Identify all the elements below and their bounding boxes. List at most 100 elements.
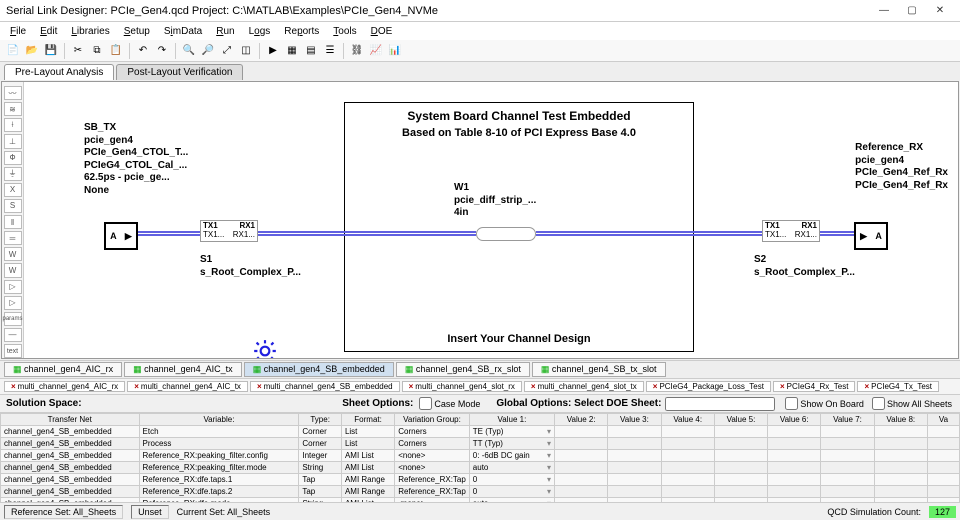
sheet-tab[interactable]: ▦ channel_gen4_AIC_rx <box>4 362 122 377</box>
tool-copy-icon[interactable]: ⧉ <box>88 42 106 60</box>
inner-tab[interactable]: ×PCIeG4_Package_Loss_Test <box>646 381 771 392</box>
sheet-tab[interactable]: ▦ channel_gen4_SB_embedded <box>244 362 394 377</box>
grid-header[interactable]: Value 6: <box>768 414 821 426</box>
palette-x-icon[interactable]: X <box>4 183 22 197</box>
tool-props-icon[interactable]: ☰ <box>321 42 339 60</box>
close-icon[interactable]: × <box>780 382 785 391</box>
close-icon[interactable]: × <box>531 382 536 391</box>
menu-libraries[interactable]: Libraries <box>65 25 115 38</box>
grid-header[interactable]: Type: <box>299 414 342 426</box>
table-row[interactable]: channel_gen4_SB_embeddedReference_RX:pea… <box>1 462 960 474</box>
show-all-sheets-checkbox[interactable] <box>872 397 885 410</box>
sheet-tab[interactable]: ▦ channel_gen4_AIC_tx <box>124 362 242 377</box>
table-row[interactable]: channel_gen4_SB_embeddedEtchCornerListCo… <box>1 426 960 438</box>
grid-header[interactable]: Format: <box>341 414 394 426</box>
close-icon[interactable]: × <box>409 382 414 391</box>
table-row[interactable]: channel_gen4_SB_embeddedReference_RX:pea… <box>1 450 960 462</box>
palette-cap-icon[interactable]: ⊥ <box>4 134 22 148</box>
tab-post-layout[interactable]: Post-Layout Verification <box>116 64 243 80</box>
menu-logs[interactable]: Logs <box>243 25 277 38</box>
close-icon[interactable]: × <box>653 382 658 391</box>
palette-ind-icon[interactable]: Ф <box>4 151 22 165</box>
close-icon[interactable]: × <box>134 382 139 391</box>
tool-run-icon[interactable]: ▶ <box>264 42 282 60</box>
solution-grid[interactable]: Transfer NetVariable:Type:Format:Variati… <box>0 412 960 502</box>
grid-header[interactable]: Value 5: <box>714 414 767 426</box>
close-icon[interactable]: × <box>257 382 262 391</box>
schematic-canvas[interactable]: SB_TX pcie_gen4 PCIe_Gen4_CTOL_T... PCIe… <box>24 82 958 358</box>
show-on-board-checkbox[interactable] <box>785 397 798 410</box>
palette-w2-icon[interactable]: W <box>4 263 22 277</box>
table-row[interactable]: channel_gen4_SB_embeddedProcessCornerLis… <box>1 438 960 450</box>
tx-ports-block[interactable]: TX1RX1 TX1...RX1... <box>200 220 258 242</box>
palette-tline-icon[interactable]: ═ <box>4 231 22 245</box>
close-icon[interactable]: × <box>864 382 869 391</box>
tool-zoom-box-icon[interactable]: ◫ <box>237 42 255 60</box>
tool-zoom-fit-icon[interactable]: ⤢ <box>218 42 236 60</box>
tool-report-icon[interactable]: 📊 <box>386 42 404 60</box>
tx-buffer-box[interactable]: A▶ <box>104 222 138 250</box>
tool-scope-icon[interactable]: 📈 <box>367 42 385 60</box>
tool-zoom-in-icon[interactable]: 🔍 <box>180 42 198 60</box>
w1-tline-symbol[interactable] <box>476 227 536 241</box>
palette-buf-icon[interactable]: ▷ <box>4 296 22 310</box>
tool-zoom-out-icon[interactable]: 🔎 <box>199 42 217 60</box>
menu-tools[interactable]: Tools <box>327 25 362 38</box>
palette-text-icon[interactable]: text <box>4 344 22 358</box>
inner-tab[interactable]: ×multi_channel_gen4_SB_embedded <box>250 381 400 392</box>
close-icon[interactable]: × <box>11 382 16 391</box>
menu-edit[interactable]: Edit <box>34 25 63 38</box>
tool-cut-icon[interactable]: ✂ <box>69 42 87 60</box>
menu-simdata[interactable]: SimData <box>158 25 208 38</box>
tool-save-icon[interactable]: 💾 <box>42 42 60 60</box>
palette-diffwire-icon[interactable]: ≋ <box>4 102 22 116</box>
grid-header[interactable]: Variable: <box>139 414 299 426</box>
tool-paste-icon[interactable]: 📋 <box>107 42 125 60</box>
grid-header[interactable]: Va <box>927 414 959 426</box>
rx-buffer-box[interactable]: ▶A <box>854 222 888 250</box>
tool-new-icon[interactable]: 📄 <box>4 42 22 60</box>
table-row[interactable]: channel_gen4_SB_embeddedReference_RX:dfe… <box>1 474 960 486</box>
minimize-button[interactable]: — <box>870 2 898 20</box>
sheet-tab[interactable]: ▦ channel_gen4_SB_rx_slot <box>396 362 530 377</box>
inner-tab[interactable]: ×multi_channel_gen4_AIC_tx <box>127 381 248 392</box>
grid-header[interactable]: Value 2: <box>555 414 608 426</box>
inner-tab[interactable]: ×multi_channel_gen4_slot_rx <box>402 381 522 392</box>
grid-header[interactable]: Value 1: <box>469 414 554 426</box>
palette-res-icon[interactable]: ⟊ <box>4 118 22 132</box>
unset-button[interactable]: Unset <box>131 505 169 519</box>
grid-header[interactable]: Value 8: <box>874 414 927 426</box>
palette-coupled-icon[interactable]: ‖ <box>4 215 22 229</box>
palette-s-icon[interactable]: S <box>4 199 22 213</box>
tool-link-icon[interactable]: ⛓ <box>348 42 366 60</box>
menu-file[interactable]: File <box>4 25 32 38</box>
palette-amp-icon[interactable]: ▷ <box>4 280 22 294</box>
rx-ports-block[interactable]: TX1RX1 TX1...RX1... <box>762 220 820 242</box>
palette-params-icon[interactable]: params <box>4 312 22 326</box>
grid-header[interactable]: Value 3: <box>608 414 661 426</box>
doe-sheet-select[interactable] <box>665 397 775 411</box>
tool-undo-icon[interactable]: ↶ <box>134 42 152 60</box>
grid-header[interactable]: Transfer Net <box>1 414 140 426</box>
menu-reports[interactable]: Reports <box>278 25 325 38</box>
tab-pre-layout[interactable]: Pre-Layout Analysis <box>4 64 114 80</box>
table-row[interactable]: channel_gen4_SB_embeddedReference_RX:dfe… <box>1 486 960 498</box>
palette-w1-icon[interactable]: W <box>4 247 22 261</box>
inner-tab[interactable]: ×PCIeG4_Tx_Test <box>857 381 939 392</box>
inner-tab[interactable]: ×multi_channel_gen4_slot_tx <box>524 381 644 392</box>
tool-redo-icon[interactable]: ↷ <box>153 42 171 60</box>
tool-grid-icon[interactable]: ▦ <box>283 42 301 60</box>
menu-run[interactable]: Run <box>210 25 240 38</box>
inner-tab[interactable]: ×multi_channel_gen4_AIC_rx <box>4 381 125 392</box>
grid-header[interactable]: Variation Group: <box>395 414 470 426</box>
case-mode-checkbox[interactable] <box>419 397 432 410</box>
menu-doe[interactable]: DOE <box>365 25 399 38</box>
close-button[interactable]: ✕ <box>926 2 954 20</box>
tool-layers-icon[interactable]: ▤ <box>302 42 320 60</box>
sheet-tab[interactable]: ▦ channel_gen4_SB_tx_slot <box>532 362 666 377</box>
gear-icon[interactable] <box>252 338 278 358</box>
palette-wire-icon[interactable]: 〰 <box>4 86 22 100</box>
grid-header[interactable]: Value 7: <box>821 414 874 426</box>
palette-gnd-icon[interactable]: ⏚ <box>4 167 22 181</box>
menu-setup[interactable]: Setup <box>118 25 156 38</box>
